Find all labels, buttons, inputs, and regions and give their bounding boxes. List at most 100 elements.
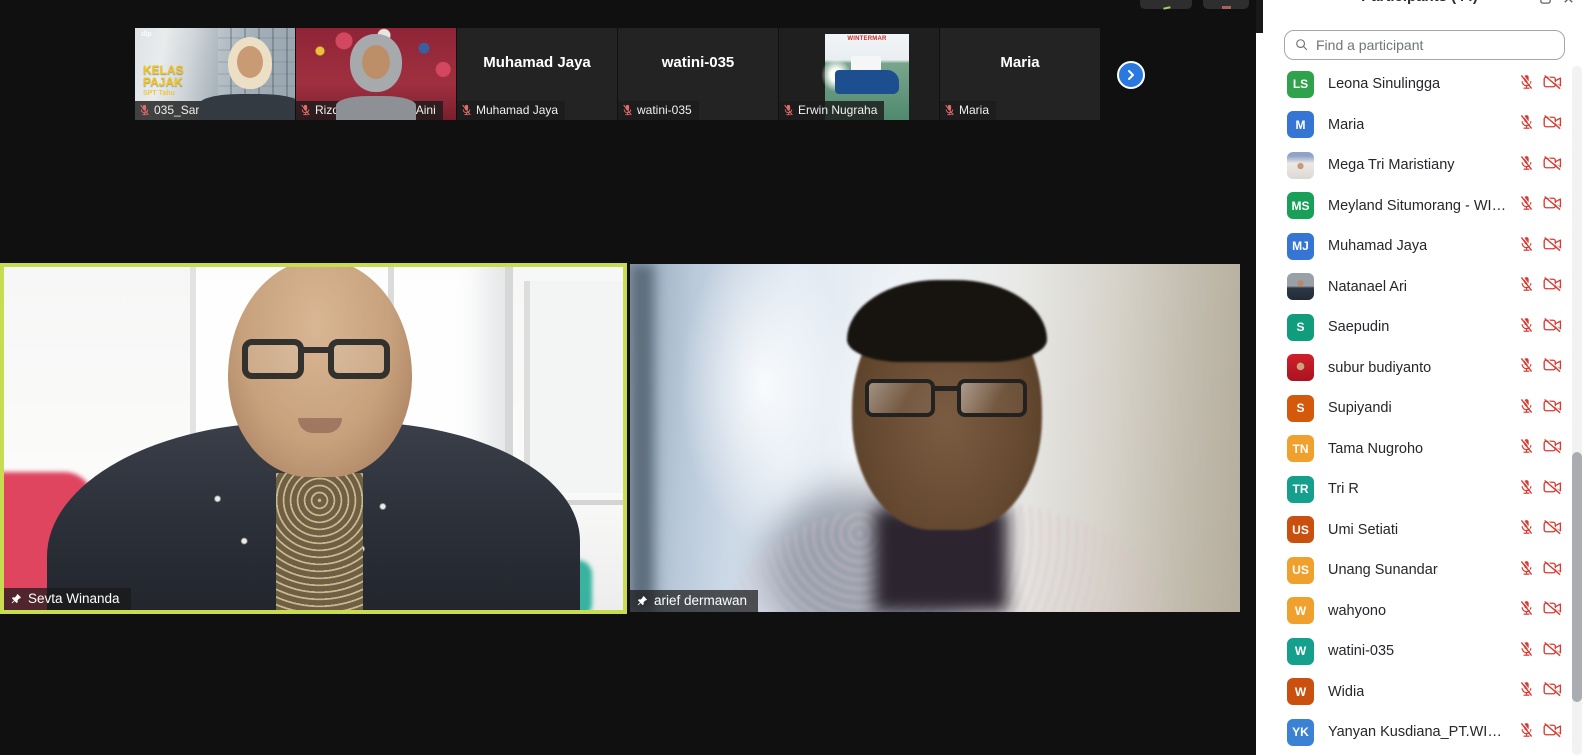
participant-avatar: W: [1287, 638, 1314, 665]
filmstrip-thumbnail[interactable]: Rizqina Roudhatul Aini: [296, 28, 456, 120]
video-filmstrip: dlp KELASPAJAKSPT Tahu 035_Saramita Okta…: [135, 28, 1100, 120]
search-box[interactable]: [1284, 30, 1565, 60]
mic-muted-icon: [1519, 519, 1534, 540]
camera-off-icon: [1543, 722, 1562, 743]
filmstrip-thumbnail[interactable]: dlp KELASPAJAKSPT Tahu 035_Saramita Okta…: [135, 28, 295, 120]
participant-avatar: [1287, 354, 1314, 381]
filmstrip-thumbnail[interactable]: watini-035 watini-035: [618, 28, 778, 120]
participant-row[interactable]: TN Tama Nugroho: [1256, 429, 1583, 470]
participant-status-icons: [1519, 438, 1562, 459]
participants-panel: Participants (44) LS Leona Sinulingga: [1256, 0, 1583, 755]
clipped-toolbar-button-1[interactable]: [1140, 0, 1192, 9]
participant-name: Widia: [1328, 684, 1364, 700]
participant-status-icons: [1519, 155, 1562, 176]
mic-muted-icon: [1519, 114, 1534, 135]
participant-avatar: [1287, 273, 1314, 300]
participant-row[interactable]: S Supiyandi: [1256, 388, 1583, 429]
participant-status-icons: [1519, 519, 1562, 540]
participant-name: wahyono: [1328, 603, 1386, 619]
camera-off-icon: [1543, 317, 1562, 338]
camera-off-icon: [1543, 479, 1562, 500]
participant-status-icons: [1519, 236, 1562, 257]
thumbnail-label: Muhamad Jaya: [457, 101, 565, 120]
participant-row[interactable]: M Maria: [1256, 105, 1583, 146]
scrollbar-thumb[interactable]: [1572, 452, 1582, 702]
participant-avatar: YK: [1287, 719, 1314, 746]
thumbnail-name-label: Maria: [959, 103, 989, 117]
participant-row[interactable]: Natanael Ari: [1256, 267, 1583, 308]
close-icon[interactable]: [1562, 0, 1575, 10]
participant-avatar: M: [1287, 111, 1314, 138]
participant-status-icons: [1519, 398, 1562, 419]
button-glyph: [1162, 2, 1170, 9]
mic-muted-icon: [1519, 560, 1534, 581]
participant-avatar: MJ: [1287, 233, 1314, 260]
popout-icon[interactable]: [1539, 0, 1552, 10]
participant-avatar: MS: [1287, 192, 1314, 219]
mic-muted-icon: [1519, 195, 1534, 216]
participant-status-icons: [1519, 641, 1562, 662]
mic-muted-icon: [1519, 722, 1534, 743]
mic-muted-icon: [944, 104, 955, 116]
participant-name: Maria: [1328, 117, 1364, 133]
camera-off-icon: [1543, 155, 1562, 176]
participant-row[interactable]: Mega Tri Maristiany: [1256, 145, 1583, 186]
background-shadow-band: [630, 264, 654, 612]
search-input[interactable]: [1316, 37, 1554, 53]
participant-avatar: TR: [1287, 476, 1314, 503]
filmstrip-thumbnail[interactable]: WINTERMAR Erwin Nugraha: [779, 28, 939, 120]
mic-muted-icon: [1519, 479, 1534, 500]
filmstrip-next-button[interactable]: [1117, 61, 1145, 89]
participant-row[interactable]: S Saepudin: [1256, 307, 1583, 348]
video-tile-sevta-winanda[interactable]: Sevta Winanda: [0, 263, 627, 614]
mic-muted-icon: [1519, 317, 1534, 338]
filmstrip-thumbnail[interactable]: Maria Maria: [940, 28, 1100, 120]
participant-row[interactable]: W Widia: [1256, 672, 1583, 713]
thumbnail-label: Maria: [940, 101, 996, 120]
pin-icon: [11, 593, 22, 604]
video-tile-arief-dermawan[interactable]: arief dermawan: [630, 264, 1240, 612]
camera-off-icon: [1543, 114, 1562, 135]
participant-row[interactable]: W wahyono: [1256, 591, 1583, 632]
mic-muted-icon: [1519, 681, 1534, 702]
participant-row[interactable]: subur budiyanto: [1256, 348, 1583, 389]
participant-row[interactable]: TR Tri R: [1256, 469, 1583, 510]
mic-muted-icon: [1519, 155, 1534, 176]
participant-row[interactable]: YK Yanyan Kusdiana_PT.WINTERM...: [1256, 712, 1583, 753]
video-scene: [630, 264, 1240, 612]
participant-name: Tri R: [1328, 481, 1359, 497]
participant-name: Umi Setiati: [1328, 522, 1398, 538]
thumbnail-name-label: Erwin Nugraha: [798, 103, 877, 117]
clipped-toolbar-button-2[interactable]: [1203, 0, 1249, 9]
participant-status-icons: [1519, 479, 1562, 500]
participant-row[interactable]: LS Leona Sinulingga: [1256, 64, 1583, 105]
ship-logo-text: WINTERMAR: [825, 36, 909, 42]
filmstrip-thumbnail[interactable]: Muhamad Jaya Muhamad Jaya: [457, 28, 617, 120]
participant-row[interactable]: US Unang Sunandar: [1256, 550, 1583, 591]
camera-off-icon: [1543, 357, 1562, 378]
button-glyph: [1222, 6, 1231, 9]
participant-avatar: [1287, 152, 1314, 179]
participant-row[interactable]: MS Meyland Situmorang - WINS: [1256, 186, 1583, 227]
participant-name: Natanael Ari: [1328, 279, 1407, 295]
thumbnail-label: watini-035: [618, 101, 699, 120]
video-name-label: Sevta Winanda: [28, 591, 120, 606]
participant-status-icons: [1519, 722, 1562, 743]
camera-off-icon: [1543, 641, 1562, 662]
participant-avatar: W: [1287, 597, 1314, 624]
participant-avatar: LS: [1287, 71, 1314, 98]
camera-off-icon: [1543, 519, 1562, 540]
zoom-meeting-window: dlp KELASPAJAKSPT Tahu 035_Saramita Okta…: [0, 0, 1583, 755]
mic-muted-icon: [622, 104, 633, 116]
camera-off-icon: [1543, 600, 1562, 621]
thumbnail-center-name: watini-035: [618, 54, 778, 71]
thumb-logo-text: dlp: [141, 31, 152, 38]
participant-row[interactable]: W watini-035: [1256, 631, 1583, 672]
participant-status-icons: [1519, 195, 1562, 216]
mic-muted-icon: [783, 104, 794, 116]
participant-name: Yanyan Kusdiana_PT.WINTERM...: [1328, 724, 1510, 740]
participant-name: Mega Tri Maristiany: [1328, 157, 1455, 173]
participant-row[interactable]: MJ Muhamad Jaya: [1256, 226, 1583, 267]
thumbnail-name-label: watini-035: [637, 103, 692, 117]
participant-row[interactable]: US Umi Setiati: [1256, 510, 1583, 551]
